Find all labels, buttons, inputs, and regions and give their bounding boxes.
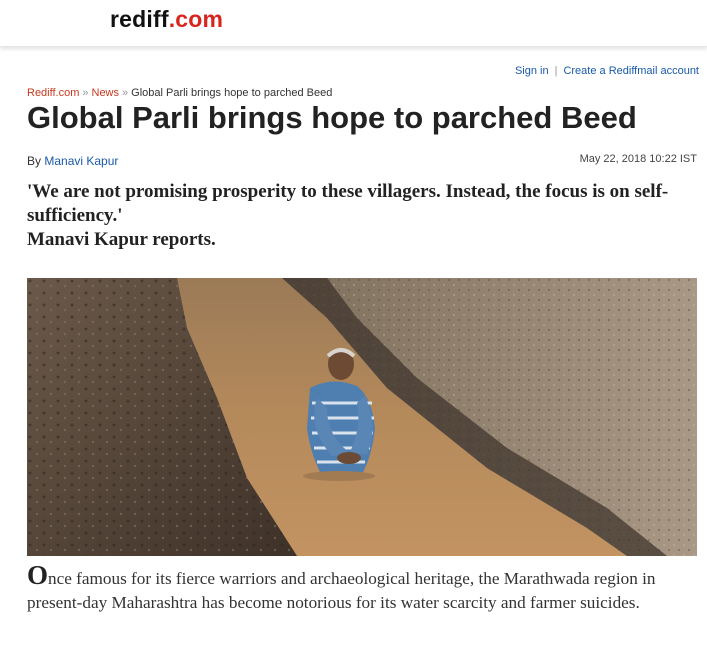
byline: By Manavi Kapur [27,154,118,168]
breadcrumb-arrow: » [122,87,129,99]
lede-dropcap: O [27,560,49,590]
breadcrumb-arrow: » [82,87,89,99]
logo-text-main: rediff [110,6,169,32]
create-account-link[interactable]: Create a Rediffmail account [563,65,699,77]
site-header: rediff.com [0,0,707,47]
deck-reporter: Manavi Kapur reports. [27,229,216,250]
breadcrumb-section-link[interactable]: News [92,87,120,99]
lede-text: nce famous for its fierce warriors and a… [27,569,656,612]
deck-quote: 'We are not promising prosperity to thes… [27,181,669,226]
breadcrumb-home-link[interactable]: Rediff.com [27,87,79,99]
article-deck: 'We are not promising prosperity to thes… [27,180,699,252]
author-link[interactable]: Manavi Kapur [44,154,118,168]
account-separator: | [554,65,558,77]
breadcrumb-current: Global Parli brings hope to parched Beed [131,87,333,99]
article-photo [27,278,697,556]
account-links: Sign in | Create a Rediffmail account [515,65,699,77]
site-logo[interactable]: rediff.com [110,6,223,33]
article-title: Global Parli brings hope to parched Beed [27,100,637,135]
sign-in-link[interactable]: Sign in [515,65,549,77]
article-lede: Once famous for its fierce warriors and … [27,562,699,615]
breadcrumb: Rediff.com» News» Global Parli brings hope… [27,87,332,99]
byline-prefix: By [27,154,42,168]
photo-man-in-water-channel [27,278,697,556]
publish-date: May 22, 2018 10:22 IST [579,153,697,165]
logo-text-domain: .com [168,6,224,32]
